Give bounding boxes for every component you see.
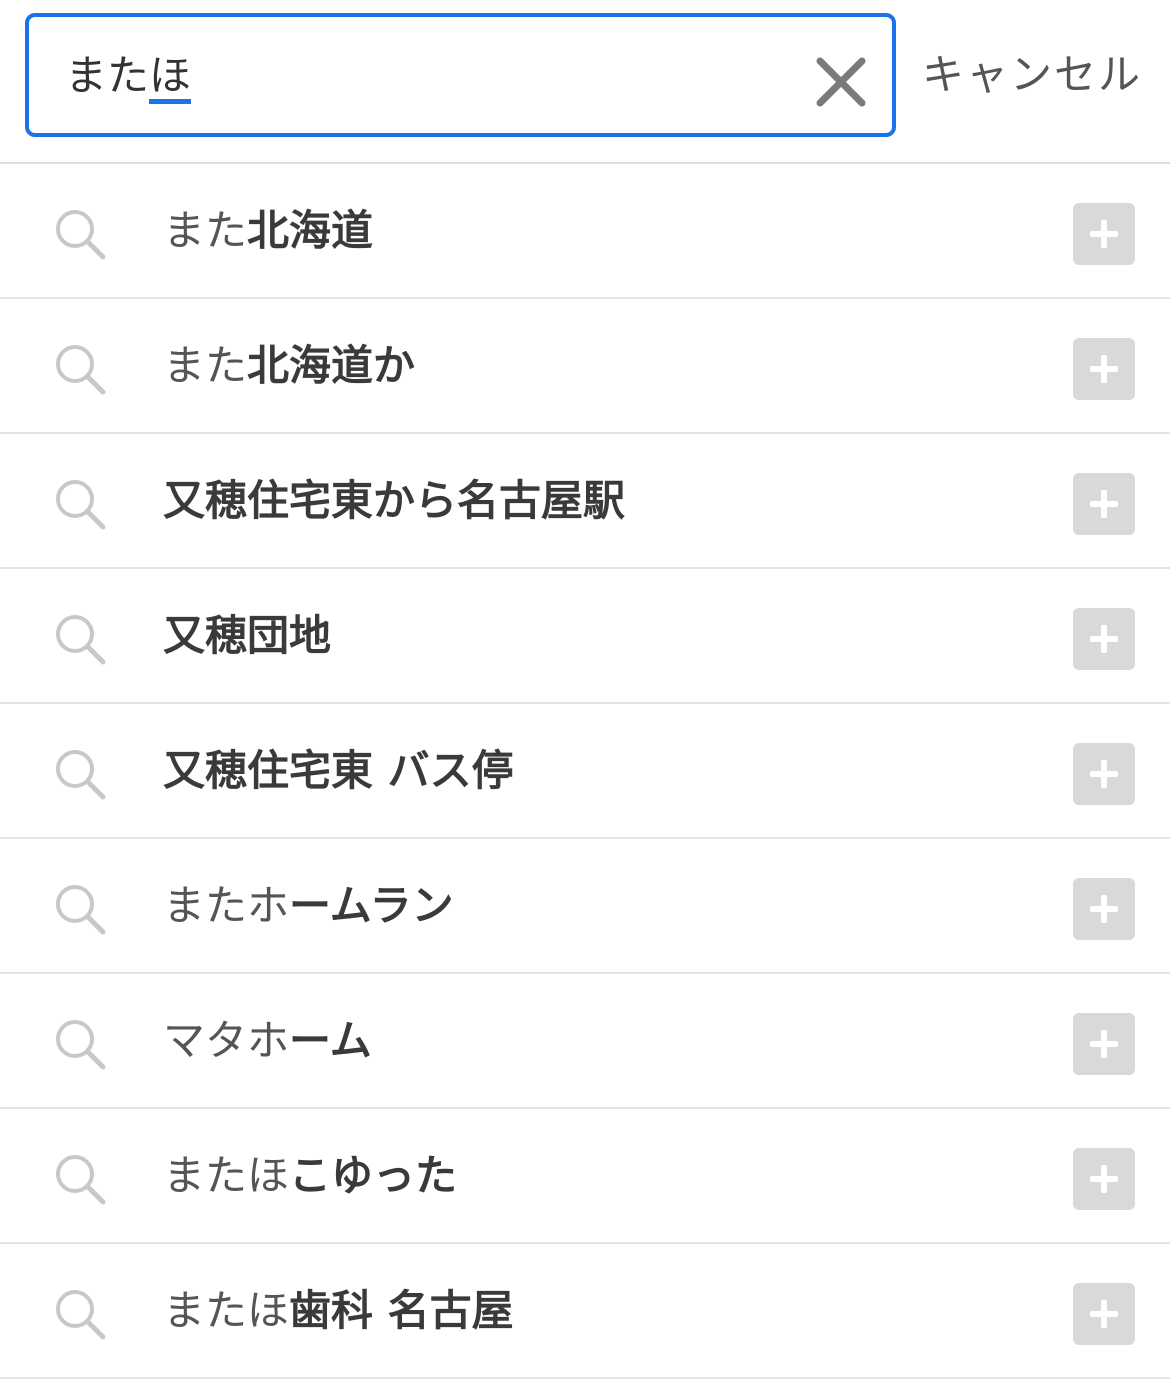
suggestion-typed-part: またホ (163, 881, 290, 930)
close-icon (816, 57, 866, 107)
search-input-value: またほ (65, 51, 192, 104)
search-committed-text: また (65, 51, 150, 100)
suggestion-item[interactable]: 又穂住宅東から名古屋駅 (0, 434, 1170, 569)
suggestion-label: 又穂住宅東から名古屋駅 (163, 474, 625, 528)
search-icon (52, 746, 108, 802)
suggestion-label: またほこゆった (163, 1149, 457, 1203)
suggestion-completion-part: 北海道 (247, 206, 374, 255)
suggestion-typed-part: また (163, 341, 248, 390)
append-query-button[interactable] (1073, 878, 1135, 940)
suggestion-typed-part: また (163, 206, 248, 255)
append-query-button[interactable] (1073, 338, 1135, 400)
suggestion-typed-part: またほ (163, 1151, 290, 1200)
search-icon (52, 1286, 108, 1342)
append-query-button[interactable] (1073, 1148, 1135, 1210)
suggestion-item[interactable]: またホームラン (0, 839, 1170, 974)
append-query-button[interactable] (1073, 1283, 1135, 1345)
suggestion-item[interactable]: 又穂団地 (0, 569, 1170, 704)
suggestion-completion-part: 歯科 名古屋 (289, 1286, 514, 1335)
search-icon (52, 1151, 108, 1207)
suggestion-item[interactable]: 又穂住宅東 バス停 (0, 704, 1170, 839)
append-query-button[interactable] (1073, 1013, 1135, 1075)
search-icon (52, 1016, 108, 1072)
search-header: またほ キャンセル (0, 0, 1170, 164)
suggestion-label: 又穂団地 (163, 609, 331, 663)
suggestion-item[interactable]: また北海道 (0, 164, 1170, 299)
search-icon (52, 476, 108, 532)
search-input[interactable]: またほ (25, 13, 896, 137)
suggestion-label: またほ歯科 名古屋 (163, 1284, 514, 1338)
suggestion-item[interactable]: またほこゆった (0, 1109, 1170, 1244)
suggestion-label: マタホーム (163, 1014, 372, 1068)
append-query-button[interactable] (1073, 473, 1135, 535)
search-icon (52, 611, 108, 667)
suggestion-completion-part: 又穂団地 (163, 611, 332, 660)
suggestion-label: また北海道か (163, 339, 415, 393)
suggestion-label: またホームラン (163, 879, 454, 933)
suggestion-completion-part: ーム (289, 1016, 372, 1065)
append-query-button[interactable] (1073, 608, 1135, 670)
suggestion-list: また北海道 また北海道か 又穂住宅東から名古屋駅 又穂団地 又穂住宅東 バス停 … (0, 164, 1170, 1379)
suggestion-completion-part: 又穂住宅東 バス停 (163, 746, 514, 795)
suggestion-item[interactable]: また北海道か (0, 299, 1170, 434)
cancel-button[interactable]: キャンセル (922, 48, 1142, 102)
suggestion-label: また北海道 (163, 204, 373, 258)
suggestion-completion-part: 又穂住宅東から名古屋駅 (163, 476, 626, 525)
search-icon (52, 881, 108, 937)
append-query-button[interactable] (1073, 203, 1135, 265)
suggestion-completion-part: ームラン (289, 881, 454, 930)
search-icon (52, 341, 108, 397)
suggestion-label: 又穂住宅東 バス停 (163, 744, 514, 798)
suggestion-typed-part: マタホ (163, 1016, 290, 1065)
suggestion-completion-part: 北海道か (247, 341, 416, 390)
suggestion-item[interactable]: マタホーム (0, 974, 1170, 1109)
search-icon (52, 206, 108, 262)
search-composing-text: ほ (149, 55, 192, 104)
append-query-button[interactable] (1073, 743, 1135, 805)
suggestion-item[interactable]: またほ歯科 名古屋 (0, 1244, 1170, 1379)
suggestion-typed-part: またほ (163, 1286, 290, 1335)
suggestion-completion-part: こゆった (289, 1151, 458, 1200)
clear-search-button[interactable] (814, 55, 868, 109)
